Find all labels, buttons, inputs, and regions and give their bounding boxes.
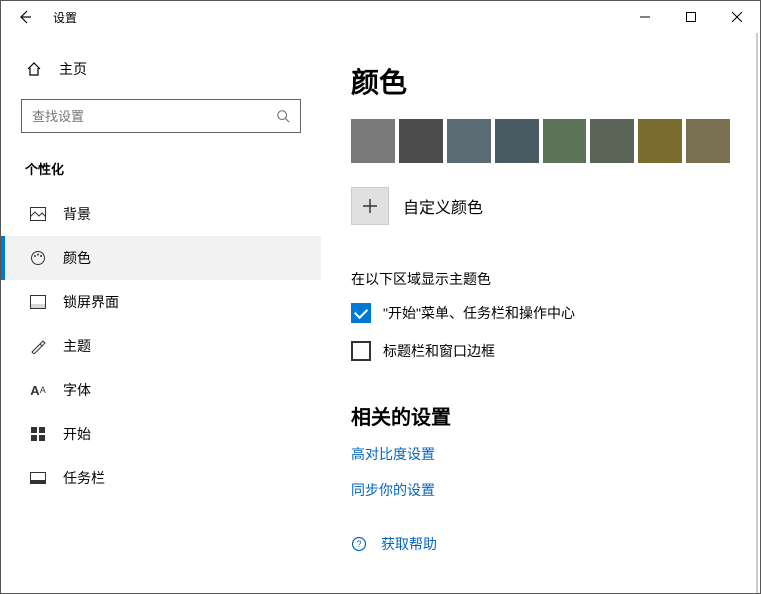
sidebar-item-start[interactable]: 开始 bbox=[1, 412, 321, 456]
sidebar-item-themes[interactable]: 主题 bbox=[1, 324, 321, 368]
section-label: 个性化 bbox=[1, 151, 321, 192]
checkbox-label: 标题栏和窗口边框 bbox=[383, 341, 495, 361]
custom-color-button[interactable] bbox=[351, 187, 389, 225]
minimize-icon bbox=[640, 12, 650, 22]
sidebar-item-background[interactable]: 背景 bbox=[1, 192, 321, 236]
maximize-button[interactable] bbox=[668, 1, 714, 33]
plus-icon bbox=[363, 199, 377, 213]
checkbox-start-taskbar[interactable]: "开始"菜单、任务栏和操作中心 bbox=[351, 303, 730, 323]
lockscreen-icon bbox=[29, 295, 47, 309]
search-icon bbox=[276, 109, 290, 123]
color-swatch[interactable] bbox=[495, 119, 539, 163]
checkbox-titlebar-borders[interactable]: 标题栏和窗口边框 bbox=[351, 341, 730, 361]
theme-icon bbox=[29, 338, 47, 354]
svg-text:?: ? bbox=[356, 539, 361, 549]
color-swatch[interactable] bbox=[399, 119, 443, 163]
search-box[interactable] bbox=[21, 99, 301, 133]
arrow-left-icon bbox=[17, 9, 33, 25]
checkbox-label: "开始"菜单、任务栏和操作中心 bbox=[383, 303, 575, 323]
color-swatch[interactable] bbox=[543, 119, 587, 163]
window-title: 设置 bbox=[53, 9, 77, 26]
page-title: 颜色 bbox=[351, 61, 730, 101]
start-icon bbox=[29, 427, 47, 441]
color-swatch[interactable] bbox=[638, 119, 682, 163]
sidebar: 主页 个性化 背景 颜色 锁屏界面 bbox=[1, 33, 321, 593]
help-label: 获取帮助 bbox=[381, 534, 437, 554]
font-icon: AA bbox=[29, 383, 47, 398]
get-help-link[interactable]: ? 获取帮助 bbox=[351, 534, 730, 554]
close-icon bbox=[732, 12, 742, 22]
titlebar: 设置 bbox=[1, 1, 760, 33]
help-icon: ? bbox=[351, 536, 367, 552]
sidebar-item-label: 颜色 bbox=[63, 248, 91, 268]
checkbox-icon bbox=[351, 341, 371, 361]
maximize-icon bbox=[686, 12, 696, 22]
custom-color-label: 自定义颜色 bbox=[403, 194, 483, 218]
sidebar-item-label: 主题 bbox=[63, 336, 91, 356]
color-swatch[interactable] bbox=[590, 119, 634, 163]
home-nav[interactable]: 主页 bbox=[1, 49, 321, 89]
settings-window: 设置 主页 个性化 背景 bbox=[0, 0, 761, 594]
checkbox-icon bbox=[351, 303, 371, 323]
search-container bbox=[21, 99, 301, 133]
close-button[interactable] bbox=[714, 1, 760, 33]
sidebar-item-taskbar[interactable]: 任务栏 bbox=[1, 456, 321, 500]
link-sync-settings[interactable]: 同步你的设置 bbox=[351, 480, 730, 500]
window-controls bbox=[622, 1, 760, 33]
taskbar-icon bbox=[29, 472, 47, 484]
sidebar-item-label: 任务栏 bbox=[63, 468, 105, 488]
content-pane: 颜色 自定义颜色 在以下区域显示主题色 "开始"菜单、任务栏和操作中心 标题栏和… bbox=[321, 33, 760, 593]
sidebar-item-lockscreen[interactable]: 锁屏界面 bbox=[1, 280, 321, 324]
palette-icon bbox=[29, 250, 47, 266]
minimize-button[interactable] bbox=[622, 1, 668, 33]
link-high-contrast[interactable]: 高对比度设置 bbox=[351, 444, 730, 464]
sidebar-item-label: 背景 bbox=[63, 204, 91, 224]
sidebar-item-label: 锁屏界面 bbox=[63, 292, 119, 312]
color-swatch[interactable] bbox=[686, 119, 730, 163]
sidebar-item-fonts[interactable]: AA 字体 bbox=[1, 368, 321, 412]
window-body: 主页 个性化 背景 颜色 锁屏界面 bbox=[1, 33, 760, 593]
home-label: 主页 bbox=[59, 59, 87, 79]
related-settings-header: 相关的设置 bbox=[351, 401, 730, 430]
scrollbar[interactable] bbox=[756, 33, 758, 593]
color-swatch[interactable] bbox=[351, 119, 395, 163]
home-icon bbox=[25, 61, 43, 77]
accent-surfaces-header: 在以下区域显示主题色 bbox=[351, 269, 730, 289]
color-swatch[interactable] bbox=[447, 119, 491, 163]
color-swatches bbox=[351, 119, 730, 163]
picture-icon bbox=[29, 207, 47, 221]
custom-color-row: 自定义颜色 bbox=[351, 187, 730, 225]
sidebar-item-colors[interactable]: 颜色 bbox=[1, 236, 321, 280]
sidebar-item-label: 开始 bbox=[63, 424, 91, 444]
sidebar-item-label: 字体 bbox=[63, 380, 91, 400]
back-button[interactable] bbox=[1, 1, 49, 33]
search-input[interactable] bbox=[32, 109, 276, 124]
